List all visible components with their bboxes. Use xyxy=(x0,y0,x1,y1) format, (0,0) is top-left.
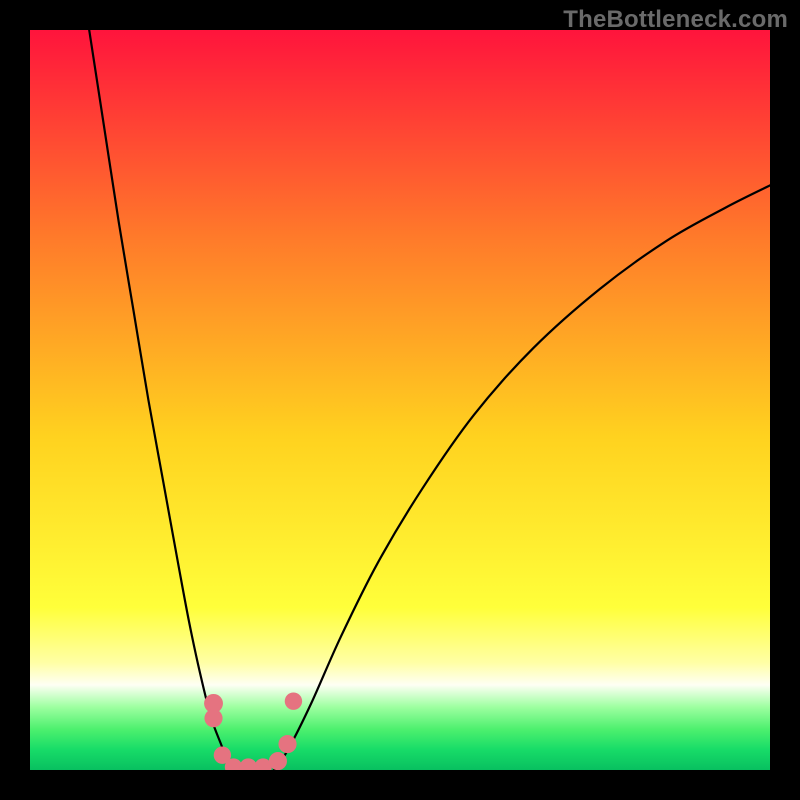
curve-marker xyxy=(269,752,287,770)
watermark-text: TheBottleneck.com xyxy=(563,6,788,34)
plot-area xyxy=(30,30,770,770)
curve-path xyxy=(89,30,770,770)
curve-marker xyxy=(240,758,257,770)
curve-marker xyxy=(204,709,222,727)
bottleneck-curve xyxy=(30,30,770,770)
curve-marker xyxy=(285,692,302,709)
curve-markers xyxy=(204,692,302,770)
curve-marker xyxy=(278,735,296,753)
chart-frame: TheBottleneck.com xyxy=(0,0,800,800)
